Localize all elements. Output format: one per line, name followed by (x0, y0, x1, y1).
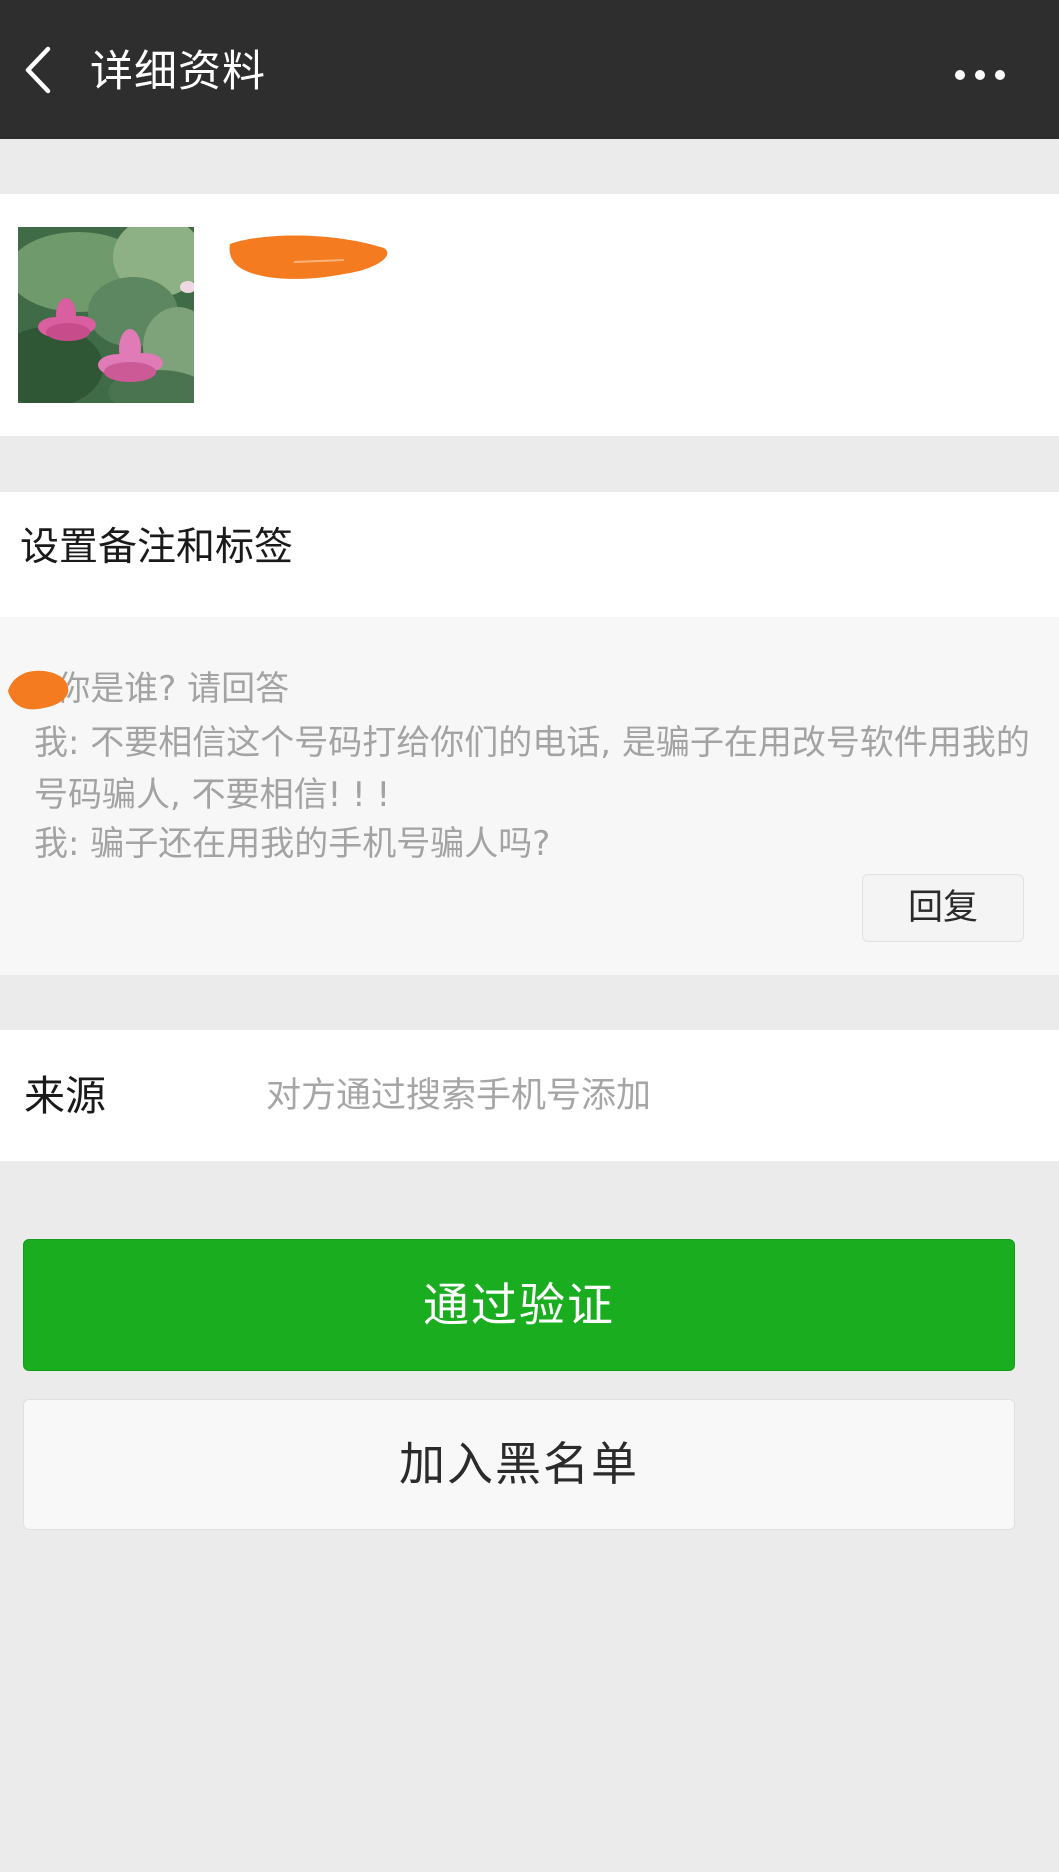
source-label: 来源 (24, 1072, 106, 1120)
more-horizontal-icon[interactable] (940, 50, 1020, 100)
add-to-blacklist-button[interactable]: 加入黑名单 (23, 1399, 1015, 1530)
source-value: 对方通过搜索手机号添加 (266, 1076, 652, 1116)
set-remark-and-tags-row[interactable]: 设置备注和标签 (0, 492, 1059, 617)
name-redaction-mark (229, 235, 388, 279)
page-title: 详细资料 (90, 47, 266, 97)
top-bar: 详细资料 (0, 0, 1059, 139)
source-row: 来源 对方通过搜索手机号添加 (0, 1030, 1059, 1161)
sender-redaction-mark (8, 670, 69, 710)
accept-verification-button[interactable]: 通过验证 (23, 1239, 1015, 1371)
message-item: 我: 骗子还在用我的手机号骗人吗? (34, 824, 551, 864)
message-item: 我: 不要相信这个号码打给你们的电话, 是骗子在用改号软件用我的号码骗人, 不要… (34, 723, 1030, 815)
avatar[interactable] (18, 227, 194, 403)
verification-messages: : 你是谁? 请回答 我: 不要相信这个号码打给你们的电话, 是骗子在用改号软件… (0, 617, 1059, 975)
remark-label: 设置备注和标签 (20, 525, 294, 570)
message-item: : 你是谁? 请回答 (34, 669, 290, 709)
chevron-left-icon[interactable] (8, 35, 72, 105)
reply-button[interactable]: 回复 (862, 874, 1024, 942)
